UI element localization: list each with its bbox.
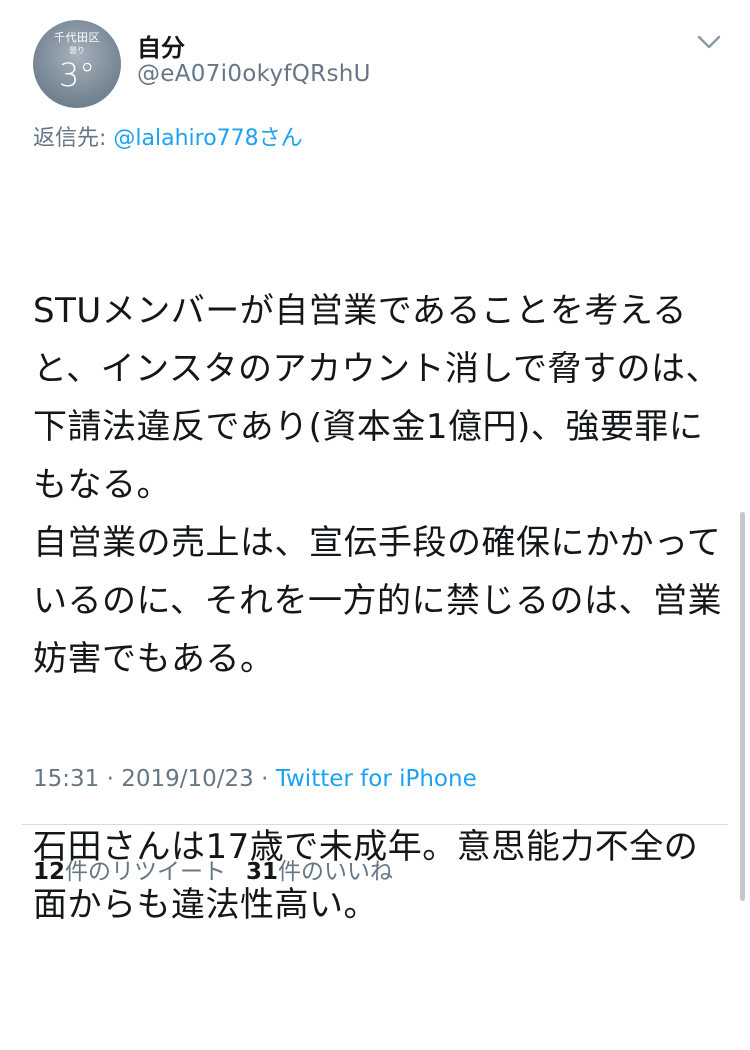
tweet-meta: 15:31 · 2019/10/23 · Twitter for iPhone bbox=[33, 766, 477, 792]
avatar-city-label: 千代田区 bbox=[54, 31, 100, 44]
tweet-stats: 12件のリツイート 31件のいいね bbox=[33, 852, 393, 886]
tweet-source-link[interactable]: Twitter for iPhone bbox=[276, 766, 477, 792]
retweets-label: 件のリツイート bbox=[65, 859, 227, 885]
chevron-down-icon-svg bbox=[697, 35, 721, 49]
meta-separator-1: · bbox=[99, 766, 122, 792]
avatar-weather-label: 曇り bbox=[69, 46, 85, 55]
likes-label: 件のいいね bbox=[278, 859, 394, 885]
reply-to-mention-link[interactable]: @lalahiro778さん bbox=[113, 126, 302, 151]
divider bbox=[22, 824, 728, 825]
tweet-paragraph-1: STUメンバーが自営業であることを考えると、インスタのアカウント消しで脅すのは、… bbox=[33, 291, 722, 679]
tweet-time: 15:31 bbox=[33, 766, 100, 792]
retweets-stat[interactable]: 12件のリツイート bbox=[33, 859, 226, 885]
author-display-name[interactable]: 自分 bbox=[137, 28, 185, 63]
avatar-temperature: 3° bbox=[58, 56, 96, 94]
avatar[interactable]: 千代田区 曇り 3° bbox=[33, 20, 121, 108]
tweet-detail: 千代田区 曇り 3° 自分 @eA07i0okyfQRshU 返信先: @lal… bbox=[0, 0, 750, 925]
author-handle[interactable]: @eA07i0okyfQRshU bbox=[137, 61, 371, 87]
chevron-down-icon[interactable] bbox=[696, 32, 722, 52]
scrollbar[interactable] bbox=[740, 512, 745, 901]
tweet-date: 2019/10/23 bbox=[121, 766, 254, 792]
tweet-text: STUメンバーが自営業であることを考えると、インスタのアカウント消しで脅すのは、… bbox=[33, 166, 723, 1050]
meta-separator-2: · bbox=[253, 766, 276, 792]
reply-to-prefix: 返信先: bbox=[33, 126, 114, 151]
likes-stat[interactable]: 31件のいいね bbox=[246, 859, 393, 885]
retweets-count: 12 bbox=[33, 859, 66, 885]
likes-count: 31 bbox=[246, 859, 279, 885]
reply-to-line: 返信先: @lalahiro778さん bbox=[33, 120, 303, 152]
